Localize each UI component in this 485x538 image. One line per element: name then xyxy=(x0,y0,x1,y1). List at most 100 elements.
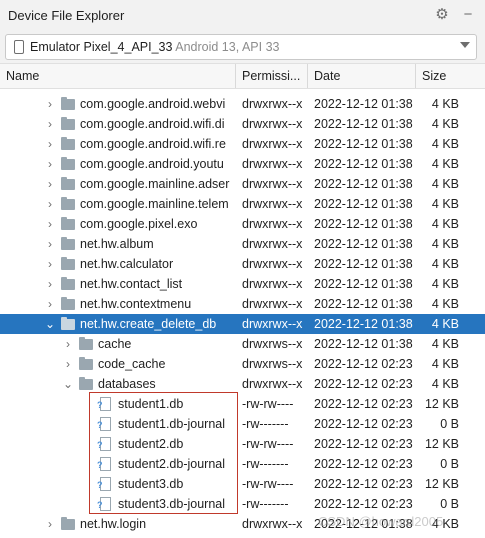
file-size: 12 KB xyxy=(424,437,459,451)
chevron-right-icon[interactable]: › xyxy=(44,234,56,254)
chevron-right-icon[interactable]: › xyxy=(44,214,56,234)
file-size: 4 KB xyxy=(431,157,459,171)
file-date: 2022-12-12 01:38 xyxy=(314,157,413,171)
folder-icon xyxy=(61,217,75,230)
column-header-permissions[interactable]: Permissi... xyxy=(236,64,308,88)
file-date: 2022-12-12 02:23 xyxy=(314,377,413,391)
gear-icon[interactable]: ⚙ xyxy=(433,6,451,24)
tree-row-folder[interactable]: › com.google.android.youtu drwxrwx--x 2022-… xyxy=(0,154,485,174)
chevron-right-icon[interactable]: › xyxy=(44,94,56,114)
tree-row-folder[interactable]: › com.google.pixel.exo drwxrwx--x 2022-12-1… xyxy=(0,214,485,234)
file-name: student2.db-journal xyxy=(118,457,226,471)
chevron-right-icon[interactable]: › xyxy=(62,354,74,374)
file-date: 2022-12-12 02:23 xyxy=(314,397,413,411)
watermark: CSDN @howard2005 xyxy=(318,514,444,529)
chevron-right-icon[interactable]: › xyxy=(44,134,56,154)
tree-row-folder[interactable]: › com.google.android.webvi drwxrwx--x 2022-… xyxy=(0,94,485,114)
file-permissions: drwxrwx--x xyxy=(242,277,303,291)
file-size: 0 B xyxy=(440,497,459,511)
folder-icon xyxy=(79,337,93,350)
file-size: 12 KB xyxy=(424,477,459,491)
tree-row-folder[interactable]: › com.google.android.wifi.re drwxrwx--x 202… xyxy=(0,134,485,154)
device-version: Android 13, API 33 xyxy=(175,40,280,54)
tree-row-folder[interactable]: ⌄ databases drwxrwx--x 2022-12-12 02:23 4 KB xyxy=(0,374,485,394)
folder-icon xyxy=(61,177,75,190)
file-name: com.google.android.wifi.re xyxy=(80,137,226,151)
file-date: 2022-12-12 02:23 xyxy=(314,357,413,371)
folder-icon xyxy=(61,197,75,210)
tree-row-folder[interactable]: › net.hw.contextmenu drwxrwx--x 2022-12-12 … xyxy=(0,294,485,314)
file-name: com.google.mainline.adser xyxy=(80,177,230,191)
file-name: com.google.pixel.exo xyxy=(80,217,198,231)
tree-row-file[interactable]: student2.db -rw-rw---- 2022-12-12 02:23 12 … xyxy=(0,434,485,455)
file-size: 4 KB xyxy=(431,217,459,231)
unknown-file-icon xyxy=(97,435,111,455)
tree-row-folder[interactable]: › com.google.mainline.telem drwxrwx--x 2022… xyxy=(0,194,485,214)
chevron-down-icon[interactable]: ⌄ xyxy=(62,374,74,394)
file-name: student3.db xyxy=(118,477,184,491)
file-name: com.google.android.youtu xyxy=(80,157,224,171)
chevron-down-icon[interactable]: ⌄ xyxy=(44,314,56,334)
file-permissions: drwxrwx--x xyxy=(242,517,303,531)
column-header-size[interactable]: Size xyxy=(416,64,485,88)
file-size: 0 B xyxy=(440,417,459,431)
tree-row-file[interactable]: student1.db-journal -rw------- 2022-12-12 … xyxy=(0,414,485,435)
unknown-file-icon xyxy=(97,475,111,495)
file-name: com.google.mainline.telem xyxy=(80,197,229,211)
chevron-right-icon[interactable]: › xyxy=(44,114,56,134)
chevron-right-icon[interactable]: › xyxy=(44,294,56,314)
tree-row-file[interactable]: student3.db-journal -rw------- 2022-12-12 … xyxy=(0,494,485,515)
file-permissions: drwxrwx--x xyxy=(242,257,303,271)
tree-row-folder[interactable]: › net.hw.contact_list drwxrwx--x 2022-12-12… xyxy=(0,274,485,294)
file-name: code_cache xyxy=(98,357,166,371)
tree-row-folder[interactable]: › com.google.mainline.adser drwxrwx--x 2022… xyxy=(0,174,485,194)
chevron-right-icon[interactable]: › xyxy=(44,274,56,294)
device-dropdown[interactable]: Emulator Pixel_4_API_33 Android 13, API … xyxy=(5,34,477,60)
file-name: net.hw.create_delete_db xyxy=(80,317,217,331)
folder-icon xyxy=(61,97,75,110)
folder-icon xyxy=(79,357,93,370)
file-permissions: drwxrwx--x xyxy=(242,137,303,151)
chevron-right-icon[interactable]: › xyxy=(44,154,56,174)
chevron-right-icon[interactable]: › xyxy=(44,514,56,534)
minimize-icon[interactable]: − xyxy=(459,6,477,24)
tree-row-folder[interactable]: › com.google.android.wifi.di drwxrwx--x 202… xyxy=(0,114,485,134)
folder-icon xyxy=(61,137,75,150)
file-tree: › com.google.android.webvi drwxrwx--x 2022-… xyxy=(0,88,485,538)
tree-row-file[interactable]: student3.db -rw-rw---- 2022-12-12 02:23 12 … xyxy=(0,474,485,495)
tree-row-folder[interactable]: › net.hw.album drwxrwx--x 2022-12-12 01:38 4… xyxy=(0,234,485,254)
file-size: 4 KB xyxy=(431,297,459,311)
file-name: net.hw.contextmenu xyxy=(80,297,192,311)
file-date: 2022-12-12 02:23 xyxy=(314,477,413,491)
file-date: 2022-12-12 01:38 xyxy=(314,237,413,251)
file-date: 2022-12-12 01:38 xyxy=(314,117,413,131)
tree-row-folder[interactable]: › cache drwxrws--x 2022-12-12 01:38 4 KB xyxy=(0,334,485,354)
file-permissions: drwxrwx--x xyxy=(242,177,303,191)
device-selector-bar: Emulator Pixel_4_API_33 Android 13, API … xyxy=(0,31,485,63)
file-permissions: drwxrwx--x xyxy=(242,317,303,331)
file-permissions: drwxrwx--x xyxy=(242,97,303,111)
tree-row-folder[interactable]: ⌄ net.hw.create_delete_db drwxrwx--x 2022-1… xyxy=(0,314,485,334)
folder-icon xyxy=(61,257,75,270)
column-header-name[interactable]: Name xyxy=(0,64,236,88)
file-name: com.google.android.webvi xyxy=(80,97,226,111)
file-permissions: -rw-rw---- xyxy=(242,397,294,411)
column-header: Name Permissi... Date Size xyxy=(0,63,485,89)
file-size: 4 KB xyxy=(431,357,459,371)
chevron-right-icon[interactable]: › xyxy=(44,254,56,274)
chevron-down-icon[interactable] xyxy=(460,42,470,48)
folder-icon xyxy=(61,117,75,130)
chevron-right-icon[interactable]: › xyxy=(44,194,56,214)
file-size: 4 KB xyxy=(431,277,459,291)
tree-row-file[interactable]: student1.db -rw-rw---- 2022-12-12 02:23 12 … xyxy=(0,394,485,415)
tree-row-file[interactable]: student2.db-journal -rw------- 2022-12-12 … xyxy=(0,454,485,475)
chevron-right-icon[interactable]: › xyxy=(62,334,74,354)
tree-row-folder[interactable]: › net.hw.calculator drwxrwx--x 2022-12-12 0… xyxy=(0,254,485,274)
tree-row-folder[interactable]: › code_cache drwxrws--x 2022-12-12 02:23 4 K… xyxy=(0,354,485,374)
file-name: student2.db xyxy=(118,437,184,451)
folder-icon xyxy=(61,237,75,250)
file-name: student1.db xyxy=(118,397,184,411)
column-header-date[interactable]: Date xyxy=(308,64,416,88)
file-permissions: drwxrws--x xyxy=(242,337,303,351)
chevron-right-icon[interactable]: › xyxy=(44,174,56,194)
